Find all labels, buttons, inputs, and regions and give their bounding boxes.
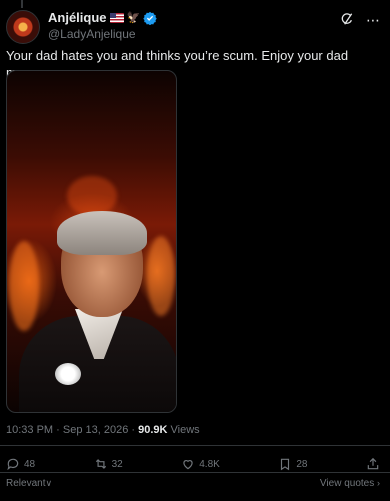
share-icon	[367, 457, 379, 470]
author-handle[interactable]: @LadyAnjelique	[48, 27, 380, 41]
avatar[interactable]	[6, 10, 40, 44]
repost-count: 32	[111, 458, 123, 470]
divider-bottom	[0, 472, 390, 473]
views-label: Views	[167, 424, 200, 436]
view-quotes-link[interactable]: View quotes ›	[320, 478, 380, 489]
verified-badge-icon	[143, 11, 157, 25]
author-row: Anjélique 🦅	[48, 10, 380, 25]
lava-glow-right	[147, 236, 175, 316]
reply-count: 48	[24, 458, 36, 470]
action-bar: 48 32 4.8K 28	[6, 455, 380, 473]
bookmark-button[interactable]: 28	[278, 457, 307, 471]
views-count[interactable]: 90.9K	[138, 424, 167, 436]
sort-label: Relevant	[6, 478, 46, 489]
portrait-hair	[57, 211, 147, 255]
like-count: 4.8K	[199, 458, 220, 470]
header-actions: ⋯	[340, 12, 380, 28]
author-name[interactable]: Anjélique	[48, 10, 107, 25]
eagle-icon: 🦅	[126, 12, 141, 24]
us-flag-icon	[109, 12, 124, 23]
grok-icon[interactable]	[340, 12, 354, 28]
like-button[interactable]: 4.8K	[181, 457, 220, 471]
reply-icon	[7, 458, 19, 471]
divider-top	[0, 445, 390, 446]
sort-dropdown[interactable]: Relevant∨	[6, 478, 52, 489]
tweet-meta: 10:33 PM · Sep 13, 2026 · 90.9K Views	[6, 424, 200, 436]
repost-icon	[95, 459, 106, 469]
repost-button[interactable]: 32	[94, 457, 123, 471]
bookmark-count: 28	[296, 458, 308, 470]
tweet-media-image[interactable]	[6, 70, 177, 413]
replies-footer: Relevant∨ View quotes ›	[6, 478, 380, 489]
share-button[interactable]	[366, 457, 380, 471]
like-icon	[183, 460, 193, 470]
reply-button[interactable]: 48	[6, 457, 35, 471]
thread-connector-line	[21, 0, 23, 8]
bookmark-icon	[281, 458, 290, 471]
chevron-right-icon: ›	[377, 478, 380, 488]
chevron-down-icon: ∨	[45, 478, 53, 488]
view-quotes-label: View quotes	[319, 478, 375, 489]
portrait-boutonniere	[55, 363, 81, 385]
lava-glow-center	[67, 176, 117, 216]
more-icon[interactable]: ⋯	[366, 13, 380, 27]
lava-glow-left	[9, 241, 39, 331]
timestamp[interactable]: 10:33 PM · Sep 13, 2026 ·	[6, 424, 138, 436]
tweet-header: Anjélique 🦅 @LadyAnjelique ⋯	[48, 10, 380, 44]
